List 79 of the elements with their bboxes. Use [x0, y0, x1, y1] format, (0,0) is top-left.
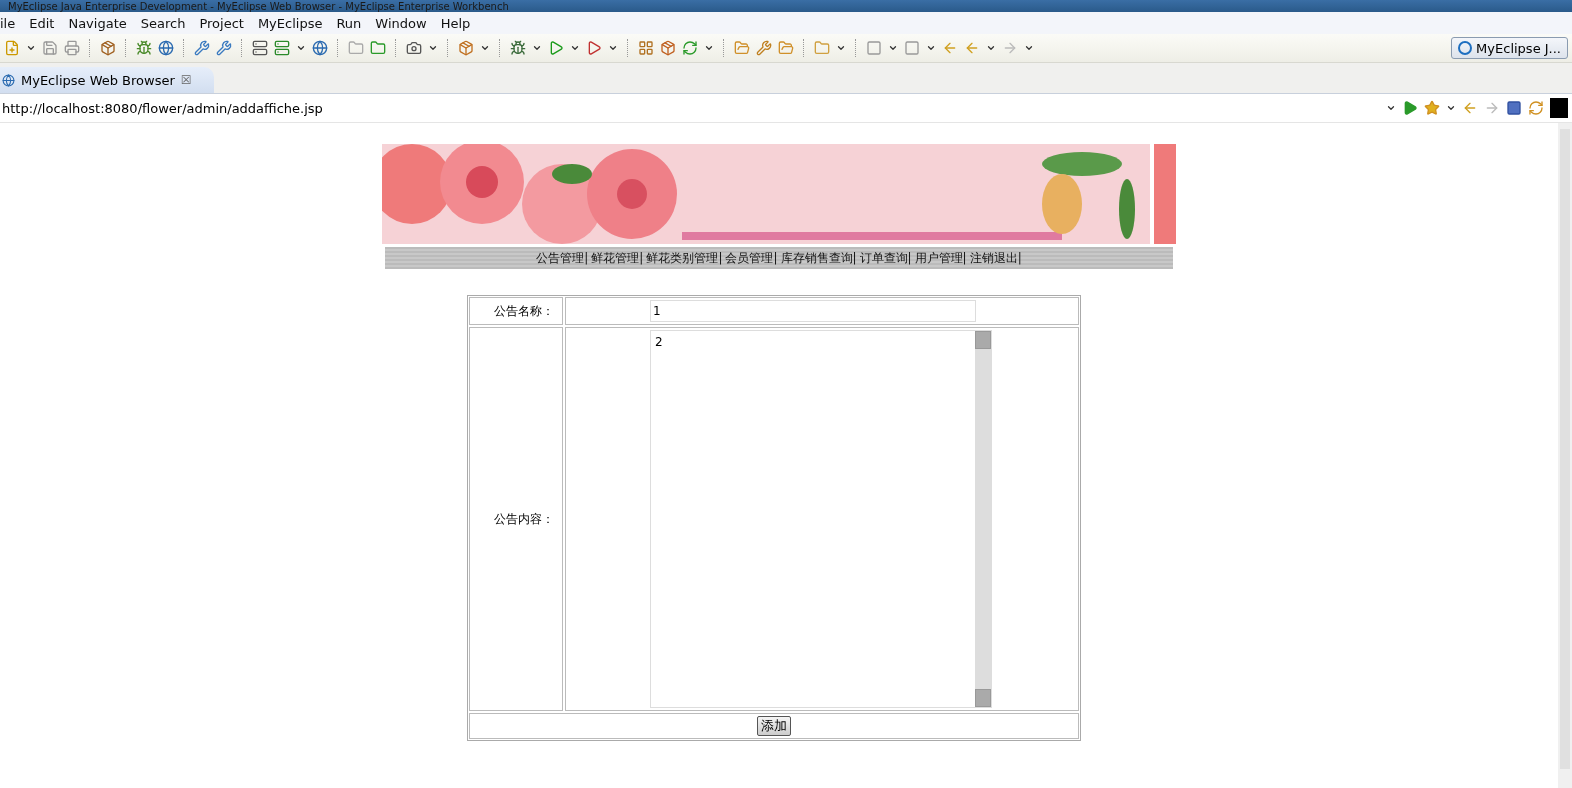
- caret-icon[interactable]: [608, 43, 618, 53]
- caret-icon[interactable]: [836, 43, 846, 53]
- window-title: MyEclipse Java Enterprise Development - MyEclipse Web Browser - MyEclipse Enterprise Workbench: [8, 1, 509, 12]
- content-field[interactable]: 2: [650, 330, 992, 708]
- folder-icon[interactable]: [370, 40, 386, 56]
- grid-icon[interactable]: [638, 40, 654, 56]
- package-icon[interactable]: [100, 40, 116, 56]
- stop-icon[interactable]: [1506, 100, 1522, 116]
- add-button[interactable]: 添加: [757, 716, 791, 736]
- folder-icon[interactable]: [348, 40, 364, 56]
- bug-icon[interactable]: [136, 40, 152, 56]
- menu-item[interactable]: ile: [0, 15, 24, 31]
- wrench-icon[interactable]: [216, 40, 232, 56]
- scrollbar[interactable]: [975, 331, 991, 707]
- wrench-icon[interactable]: [756, 40, 772, 56]
- file-plus-icon[interactable]: [4, 40, 20, 56]
- menu-item[interactable]: Navigate: [68, 15, 135, 31]
- menu-item[interactable]: Search: [140, 15, 194, 31]
- menu-item[interactable]: Project: [199, 15, 252, 31]
- nav-link[interactable]: 鲜花类别管理|: [646, 249, 723, 267]
- scrollbar[interactable]: [1558, 123, 1572, 788]
- logo-icon: [1458, 41, 1473, 55]
- nav-link[interactable]: 注销退出|: [969, 249, 1022, 267]
- caret-icon[interactable]: [926, 43, 936, 53]
- play-icon[interactable]: [548, 40, 564, 56]
- package-icon[interactable]: [458, 40, 474, 56]
- play-icon[interactable]: [1402, 100, 1418, 116]
- field-label: 公告名称：: [494, 302, 554, 320]
- menu-item[interactable]: Run: [336, 15, 370, 31]
- square-icon[interactable]: [904, 40, 920, 56]
- globe-icon[interactable]: [158, 40, 174, 56]
- nav-link[interactable]: 公告管理|: [536, 249, 589, 267]
- caret-icon[interactable]: [1446, 103, 1456, 113]
- nav-link[interactable]: 订单查询|: [859, 249, 912, 267]
- caret-icon[interactable]: [888, 43, 898, 53]
- bug-icon[interactable]: [510, 40, 526, 56]
- server-icon[interactable]: [252, 40, 268, 56]
- title-field[interactable]: 1: [650, 300, 976, 322]
- star-icon[interactable]: [1424, 100, 1440, 116]
- nav-link[interactable]: 鲜花管理|: [591, 249, 644, 267]
- caret-icon[interactable]: [986, 43, 996, 53]
- menu-item[interactable]: Help: [440, 15, 479, 31]
- caret-icon[interactable]: [1386, 103, 1396, 113]
- editor-tab[interactable]: MyEclipse Web Browser ☒: [0, 67, 214, 93]
- nav-link[interactable]: 库存销售查询|: [780, 249, 857, 267]
- close-icon[interactable]: ☒: [180, 73, 192, 87]
- play-icon[interactable]: [586, 40, 602, 56]
- arrow-left-icon[interactable]: [1462, 100, 1478, 116]
- caret-icon[interactable]: [480, 43, 490, 53]
- folder-icon[interactable]: [778, 40, 794, 56]
- folder-icon[interactable]: [814, 40, 830, 56]
- caret-icon[interactable]: [532, 43, 542, 53]
- caret-icon[interactable]: [704, 43, 714, 53]
- caret-icon[interactable]: [296, 43, 306, 53]
- nav-link[interactable]: 会员管理|: [725, 249, 778, 267]
- refresh-icon[interactable]: [682, 40, 698, 56]
- tab-label: MyEclipse Web Browser: [21, 72, 175, 88]
- caret-icon[interactable]: [570, 43, 580, 53]
- menu-item[interactable]: Edit: [29, 15, 63, 31]
- menu-item[interactable]: MyEclipse: [257, 15, 331, 31]
- square-icon[interactable]: [866, 40, 882, 56]
- menu-item[interactable]: Window: [375, 15, 435, 31]
- wrench-icon[interactable]: [194, 40, 210, 56]
- nav-link[interactable]: 用户管理|: [914, 249, 967, 267]
- caret-icon[interactable]: [428, 43, 438, 53]
- perspective-button[interactable]: MyEclipse J...: [1451, 37, 1568, 59]
- square-icon: [1550, 98, 1568, 118]
- field-label: 公告内容：: [494, 510, 554, 528]
- folder-icon[interactable]: [734, 40, 750, 56]
- server-icon[interactable]: [274, 40, 290, 56]
- caret-icon[interactable]: [1024, 43, 1034, 53]
- globe-icon[interactable]: [312, 40, 328, 56]
- save-icon[interactable]: [42, 40, 58, 56]
- caret-icon[interactable]: [26, 43, 36, 53]
- printer-icon[interactable]: [64, 40, 80, 56]
- package-icon[interactable]: [660, 40, 676, 56]
- camera-icon[interactable]: [406, 40, 422, 56]
- refresh-icon[interactable]: [1528, 100, 1544, 116]
- globe-icon: [2, 73, 15, 87]
